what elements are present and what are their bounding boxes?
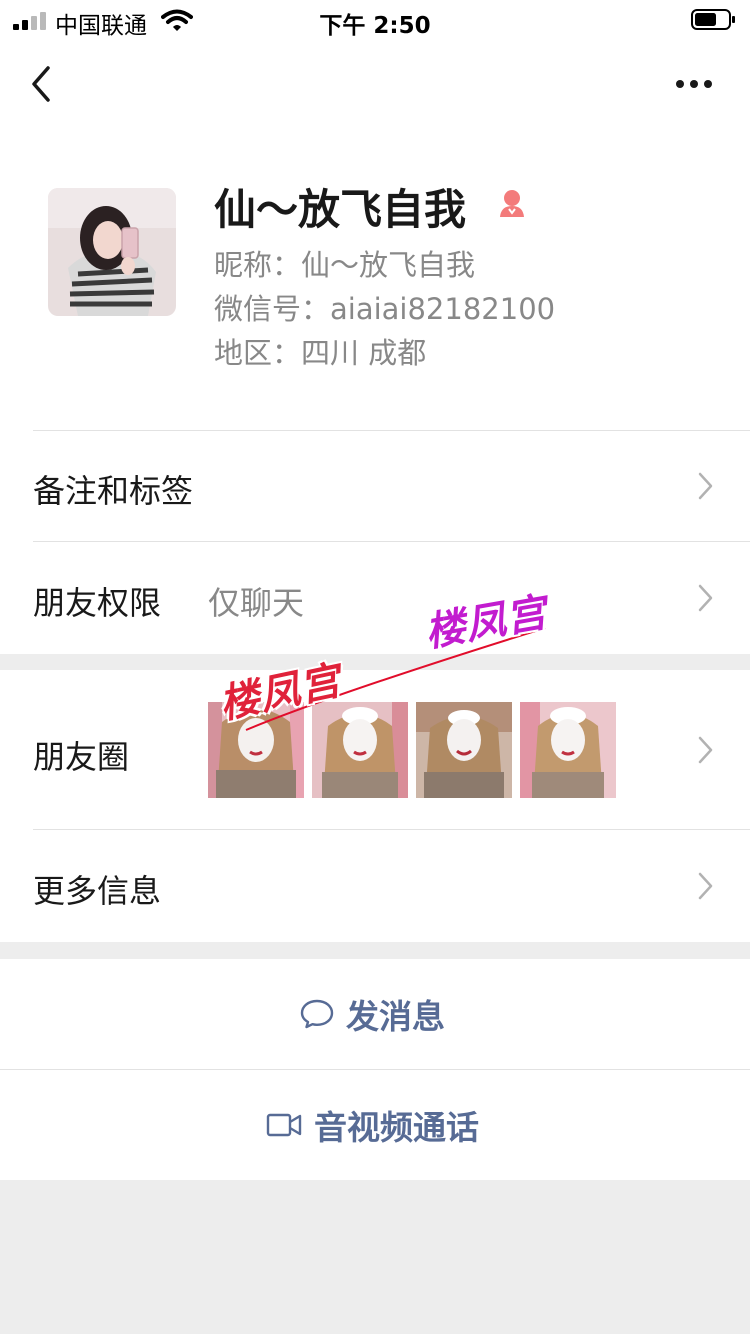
video-camera-icon xyxy=(266,1113,302,1137)
send-message-label: 发消息 xyxy=(346,997,445,1036)
video-call-button[interactable]: 音视频通话 xyxy=(0,1070,750,1180)
chat-bubble-icon xyxy=(300,999,334,1029)
send-message-button[interactable]: 发消息 xyxy=(0,959,750,1069)
video-call-label: 音视频通话 xyxy=(314,1108,479,1147)
